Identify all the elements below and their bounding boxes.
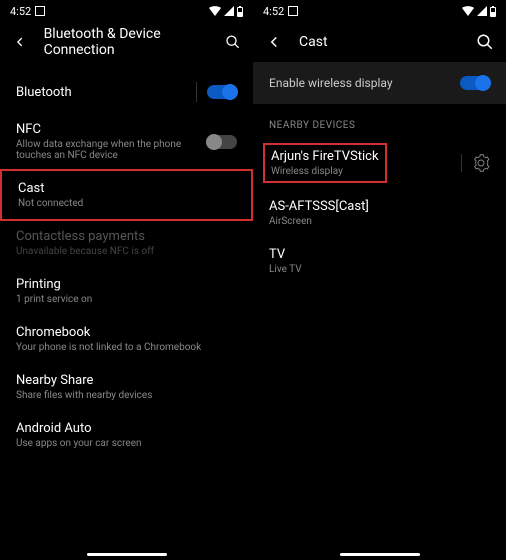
search-icon[interactable] bbox=[225, 33, 241, 51]
signal-icon bbox=[224, 6, 234, 16]
device-title: Arjun's FireTVStick bbox=[271, 149, 379, 164]
wifi-icon bbox=[462, 6, 474, 16]
nearby-devices-header: NEARBY DEVICES bbox=[253, 104, 506, 137]
device-subtitle: Live TV bbox=[269, 264, 302, 275]
device-subtitle: Wireless display bbox=[271, 166, 379, 177]
nav-bar[interactable] bbox=[87, 553, 167, 556]
setting-nearby-share[interactable]: Nearby Share Share files with nearby dev… bbox=[0, 363, 253, 411]
setting-chromebook[interactable]: Chromebook Your phone is not linked to a… bbox=[0, 315, 253, 363]
page-title: Bluetooth & Device Connection bbox=[44, 26, 210, 58]
wifi-icon bbox=[209, 6, 221, 16]
setting-subtitle: Not connected bbox=[18, 198, 235, 209]
enable-label: Enable wireless display bbox=[269, 76, 393, 90]
nfc-toggle[interactable] bbox=[207, 135, 237, 149]
setting-subtitle: Unavailable because NFC is off bbox=[16, 246, 237, 257]
setting-contactless-payments: Contactless payments Unavailable because… bbox=[0, 219, 253, 267]
setting-title: Contactless payments bbox=[16, 229, 237, 244]
setting-subtitle: Share files with nearby devices bbox=[16, 390, 237, 401]
nav-bar[interactable] bbox=[340, 553, 420, 556]
setting-android-auto[interactable]: Android Auto Use apps on your car screen bbox=[0, 411, 253, 459]
device-settings-button[interactable] bbox=[461, 154, 490, 172]
setting-title: Chromebook bbox=[16, 325, 237, 340]
setting-bluetooth[interactable]: Bluetooth bbox=[0, 72, 253, 112]
setting-subtitle: Allow data exchange when the phone touch… bbox=[16, 139, 207, 161]
setting-title: Android Auto bbox=[16, 421, 237, 436]
back-icon[interactable] bbox=[265, 33, 283, 51]
status-time: 4:52 bbox=[10, 5, 31, 18]
device-title: AS-AFTSSS[Cast] bbox=[269, 199, 369, 214]
setting-title: Cast bbox=[18, 181, 235, 196]
screenshot-icon bbox=[288, 6, 298, 16]
setting-title: Bluetooth bbox=[16, 85, 196, 100]
settings-list: Bluetooth NFC Allow data exchange when t… bbox=[0, 62, 253, 469]
screenshot-icon bbox=[35, 6, 45, 16]
enable-wireless-display-bar[interactable]: Enable wireless display bbox=[253, 62, 506, 104]
setting-cast[interactable]: Cast Not connected bbox=[0, 169, 253, 221]
device-airscreen[interactable]: AS-AFTSSS[Cast] AirScreen bbox=[253, 189, 506, 237]
header: Bluetooth & Device Connection bbox=[0, 22, 253, 62]
cast-screen-right: 4:52 Cast Enable wireless display NEARBY… bbox=[253, 0, 506, 560]
gear-icon bbox=[472, 154, 490, 172]
status-right-icons bbox=[209, 6, 243, 17]
setting-subtitle: Use apps on your car screen bbox=[16, 438, 237, 449]
setting-nfc[interactable]: NFC Allow data exchange when the phone t… bbox=[0, 112, 253, 171]
status-bar: 4:52 bbox=[253, 0, 506, 22]
setting-title: NFC bbox=[16, 122, 207, 137]
setting-subtitle: 1 print service on bbox=[16, 294, 237, 305]
status-right-icons bbox=[462, 6, 496, 17]
setting-title: Nearby Share bbox=[16, 373, 237, 388]
device-subtitle: AirScreen bbox=[269, 216, 369, 227]
battery-icon bbox=[237, 6, 243, 17]
back-icon[interactable] bbox=[12, 33, 28, 51]
page-title: Cast bbox=[299, 34, 328, 50]
signal-icon bbox=[477, 6, 487, 16]
settings-screen-left: 4:52 Bluetooth & Device Connection Bluet… bbox=[0, 0, 253, 560]
device-firetvstick[interactable]: Arjun's FireTVStick Wireless display bbox=[253, 137, 506, 189]
status-time: 4:52 bbox=[263, 5, 284, 18]
search-icon[interactable] bbox=[476, 33, 494, 51]
device-tv[interactable]: TV Live TV bbox=[253, 237, 506, 285]
bluetooth-toggle[interactable] bbox=[207, 85, 237, 99]
header: Cast bbox=[253, 22, 506, 62]
setting-title: Printing bbox=[16, 277, 237, 292]
setting-subtitle: Your phone is not linked to a Chromebook bbox=[16, 342, 237, 353]
battery-icon bbox=[490, 6, 496, 17]
wireless-display-toggle[interactable] bbox=[460, 76, 490, 90]
status-bar: 4:52 bbox=[0, 0, 253, 22]
divider bbox=[196, 82, 197, 102]
device-title: TV bbox=[269, 247, 302, 262]
setting-printing[interactable]: Printing 1 print service on bbox=[0, 267, 253, 315]
